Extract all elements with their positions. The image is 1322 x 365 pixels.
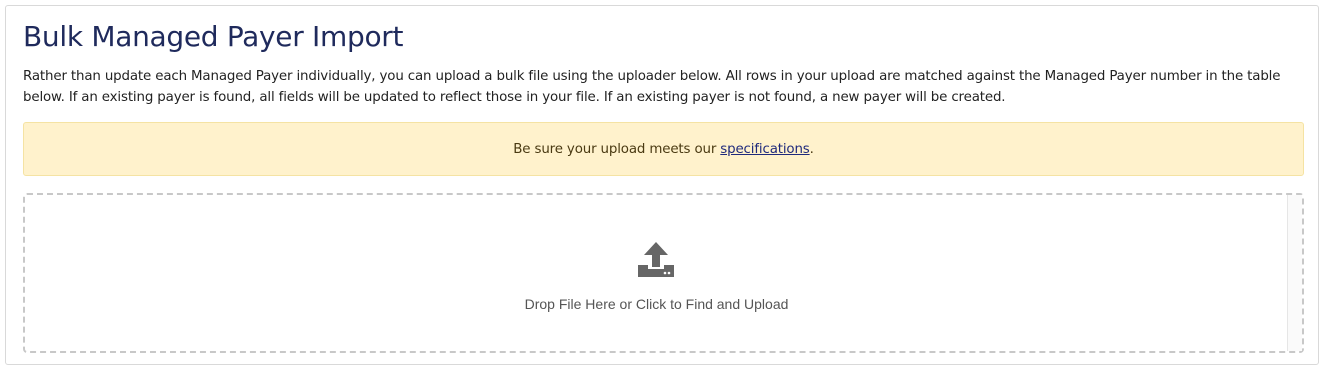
page-title: Bulk Managed Payer Import bbox=[23, 20, 404, 53]
page-description: Rather than update each Managed Payer in… bbox=[23, 69, 1281, 105]
dropzone-label: Drop File Here or Click to Find and Uplo… bbox=[524, 296, 789, 312]
specifications-notice: Be sure your upload meets our specificat… bbox=[23, 122, 1304, 176]
dropzone-scrollbar[interactable] bbox=[1287, 195, 1302, 351]
notice-prefix: Be sure your upload meets our bbox=[513, 141, 721, 157]
file-dropzone[interactable]: Drop File Here or Click to Find and Uplo… bbox=[23, 193, 1304, 353]
import-card: Bulk Managed Payer Import Rather than up… bbox=[5, 5, 1319, 365]
specifications-link[interactable]: specifications bbox=[720, 142, 809, 157]
notice-suffix: . bbox=[809, 141, 814, 157]
upload-icon bbox=[636, 241, 676, 281]
